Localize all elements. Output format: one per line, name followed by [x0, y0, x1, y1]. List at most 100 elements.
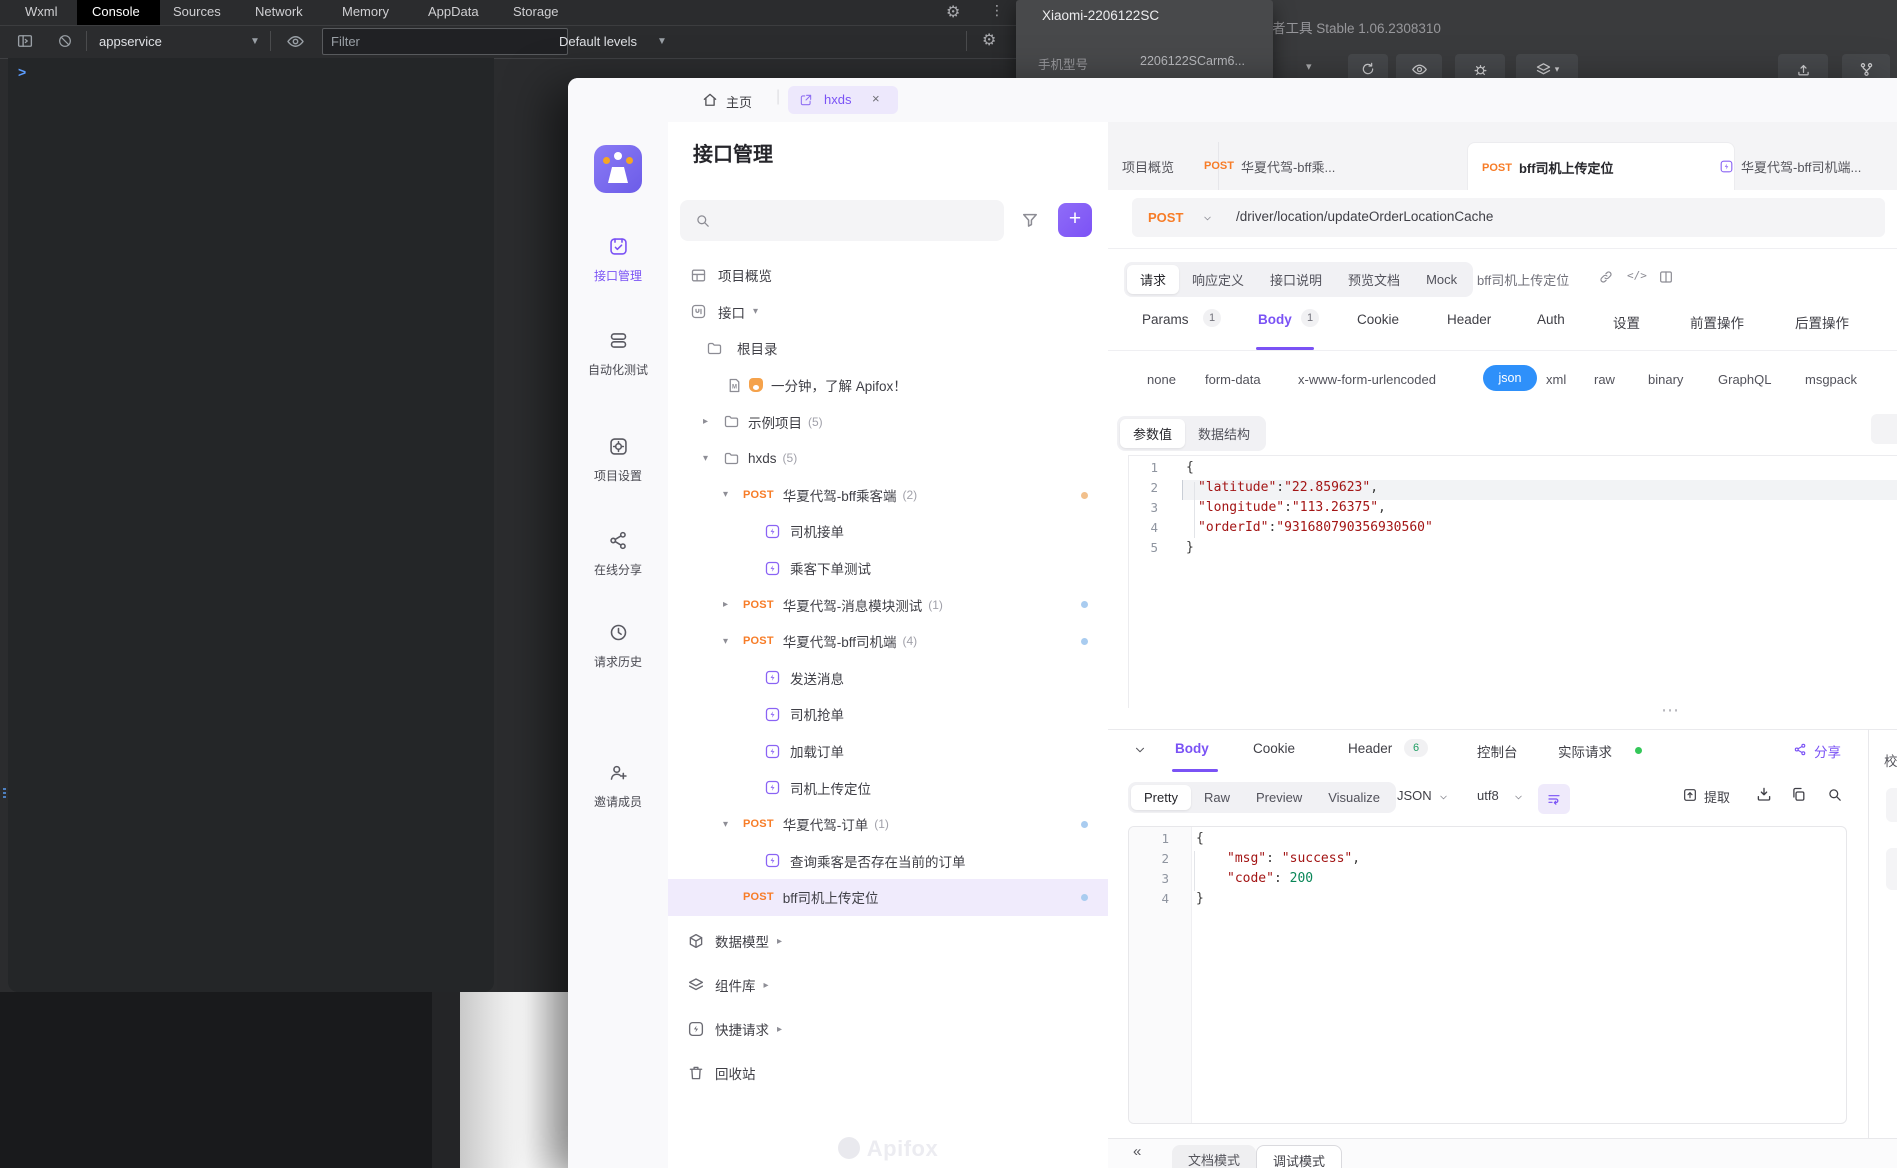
panel-nav-trash[interactable]: 回收站 — [668, 1051, 1108, 1095]
sidebar-item-2[interactable]: 项目设置 — [568, 436, 668, 484]
extract-button[interactable]: 提取 — [1704, 787, 1730, 806]
request-tab-Auth[interactable]: Auth — [1537, 312, 1565, 327]
sidebar-item-3[interactable]: 在线分享 — [568, 530, 668, 578]
tree-item[interactable]: 查询乘客是否存在当前的订单 — [668, 843, 1108, 880]
search-input[interactable] — [680, 200, 1004, 241]
mode-tab[interactable]: 接口说明 — [1257, 265, 1335, 294]
close-tab-icon[interactable]: × — [872, 91, 880, 106]
tree-item[interactable]: 司机接单 — [668, 513, 1108, 550]
caret-right-icon[interactable]: ▸ — [723, 599, 735, 610]
caret-down-icon[interactable]: ▾ — [723, 636, 735, 647]
panel-nav-layers[interactable]: 组件库 ▸ — [668, 963, 1108, 1007]
tree-item[interactable]: M 一分钟，了解 Apifox！ — [668, 367, 1108, 404]
response-tab-实际请求[interactable]: 实际请求 — [1558, 741, 1612, 761]
devtools-tab-memory[interactable]: Memory — [342, 4, 389, 19]
devtools-tab-network[interactable]: Network — [255, 4, 303, 19]
dock-side-icon[interactable] — [16, 32, 34, 50]
share-link[interactable]: 分享 — [1814, 741, 1841, 761]
body-type-json[interactable]: json — [1483, 365, 1537, 391]
devtools-tab-sources[interactable]: Sources — [173, 4, 221, 19]
devtools-tab-console[interactable]: Console — [77, 0, 160, 25]
home-icon[interactable] — [701, 91, 719, 109]
request-tab-Body[interactable]: Body — [1258, 312, 1292, 327]
sidebar-item-0[interactable]: 接口管理 — [568, 236, 668, 284]
body-type-msgpack[interactable]: msgpack — [1805, 372, 1857, 387]
tree-item[interactable]: 根目录 — [668, 330, 1108, 367]
response-body-viewer[interactable]: 1{2 "msg": "success", 3 "code": 200 4} — [1128, 826, 1847, 1124]
view-tab-Pretty[interactable]: Pretty — [1131, 785, 1191, 810]
rail-button[interactable] — [1886, 848, 1897, 890]
caret-right-icon[interactable]: ▸ — [703, 416, 715, 427]
devtools-tab-wxml[interactable]: Wxml — [25, 4, 58, 19]
panel-nav-cube[interactable]: 数据模型 ▸ — [668, 919, 1108, 963]
extract-icon[interactable] — [1682, 787, 1698, 803]
doc-tab-3[interactable]: 华夏代驾-bff司机端... — [1705, 142, 1897, 190]
eye-icon[interactable] — [286, 32, 305, 51]
request-body-editor[interactable]: 1{2 "latitude":"22.859623", 3 "longitude":"… — [1128, 455, 1897, 708]
panel-nav-zapsq[interactable]: 快捷请求 ▸ — [668, 1007, 1108, 1051]
toolbar-caret-icon[interactable]: ▾ — [1306, 60, 1312, 73]
devtools-settings-icon[interactable]: ⚙ — [946, 2, 960, 22]
search-response-icon[interactable] — [1826, 786, 1843, 803]
tree-item[interactable]: 司机上传定位 — [668, 769, 1108, 806]
view-tab-Visualize[interactable]: Visualize — [1315, 785, 1393, 810]
doc-tab-1[interactable]: POST 华夏代驾-bff乘... — [1190, 142, 1496, 190]
devtools-tab-storage[interactable]: Storage — [513, 4, 559, 19]
devtools-tab-appdata[interactable]: AppData — [428, 4, 479, 19]
body-type-x-www-form-urlencoded[interactable]: x-www-form-urlencoded — [1298, 372, 1436, 387]
apifox-logo[interactable] — [594, 145, 642, 193]
mode-tab[interactable]: 预览文档 — [1335, 265, 1413, 294]
body-type-raw[interactable]: raw — [1594, 372, 1615, 387]
footer-mode-文档模式[interactable]: 文档模式 — [1172, 1145, 1257, 1168]
sidebar-item-5[interactable]: 邀请成员 — [568, 762, 668, 810]
tree-item[interactable]: ▾ POST 华夏代驾-bff司机端 (4) — [668, 623, 1108, 660]
response-tab-Cookie[interactable]: Cookie — [1253, 741, 1295, 756]
body-type-form-data[interactable]: form-data — [1205, 372, 1261, 387]
tree-item[interactable]: ▾ POST 华夏代驾-订单 (1) — [668, 806, 1108, 843]
request-tab-前置操作[interactable]: 前置操作 — [1690, 312, 1744, 332]
caret-down-icon[interactable]: ▾ — [703, 453, 715, 464]
caret-down-icon[interactable]: ▾ — [723, 819, 735, 830]
body-type-GraphQL[interactable]: GraphQL — [1718, 372, 1771, 387]
response-tab-Body[interactable]: Body — [1175, 741, 1209, 756]
tree-item[interactable]: 项目概览 — [668, 257, 1108, 294]
url-bar[interactable]: POST /driver/location/updateOrderLocatio… — [1132, 198, 1885, 237]
columns-icon[interactable] — [1658, 269, 1674, 285]
request-tab-后置操作[interactable]: 后置操作 — [1795, 312, 1849, 332]
tree-item[interactable]: ▾ POST 华夏代驾-bff乘客端 (2) — [668, 477, 1108, 514]
tree-item[interactable]: 加载订单 — [668, 733, 1108, 770]
body-type-binary[interactable]: binary — [1648, 372, 1683, 387]
value-tab[interactable]: 数据结构 — [1185, 419, 1263, 448]
footer-mode-调试模式[interactable]: 调试模式 — [1256, 1145, 1343, 1168]
sidebar-item-1[interactable]: 自动化测试 — [568, 330, 668, 378]
tree-item[interactable]: ▾ hxds (5) — [668, 440, 1108, 477]
rail-button[interactable] — [1886, 788, 1897, 822]
context-selector[interactable]: appservice — [99, 34, 162, 49]
request-url[interactable]: /driver/location/updateOrderLocationCach… — [1236, 209, 1493, 224]
filter-input[interactable] — [322, 28, 568, 55]
tree-item[interactable]: 接口 ▾ — [668, 294, 1108, 331]
link-icon[interactable] — [1598, 269, 1614, 285]
response-tab-控制台[interactable]: 控制台 — [1477, 741, 1518, 761]
clear-console-icon[interactable] — [57, 33, 73, 49]
filter-funnel-icon[interactable] — [1020, 210, 1040, 230]
word-wrap-button[interactable] — [1538, 784, 1570, 814]
body-type-xml[interactable]: xml — [1546, 372, 1566, 387]
format-dropdown[interactable]: JSON — [1397, 788, 1432, 803]
request-tab-Params[interactable]: Params — [1142, 312, 1189, 327]
clear-body-button[interactable] — [1871, 414, 1897, 444]
request-tab-Cookie[interactable]: Cookie — [1357, 312, 1399, 327]
mode-tab[interactable]: 请求 — [1127, 265, 1180, 294]
console-output[interactable]: > — [3, 58, 494, 992]
request-tab-Header[interactable]: Header — [1447, 312, 1491, 327]
body-type-none[interactable]: none — [1147, 372, 1176, 387]
method-dropdown[interactable]: POST — [1148, 210, 1183, 225]
tree-item[interactable]: 乘客下单测试 — [668, 550, 1108, 587]
value-tab[interactable]: 参数值 — [1120, 419, 1186, 448]
devtools-more-icon[interactable]: ⋮ — [990, 2, 1004, 19]
code-icon[interactable]: </> — [1627, 269, 1647, 282]
home-tab[interactable]: 主页 — [726, 92, 752, 111]
caret-down-icon[interactable]: ▾ — [723, 489, 735, 500]
tree-item[interactable]: 发送消息 — [668, 660, 1108, 697]
tree-item[interactable]: ▸ 示例项目 (5) — [668, 403, 1108, 440]
